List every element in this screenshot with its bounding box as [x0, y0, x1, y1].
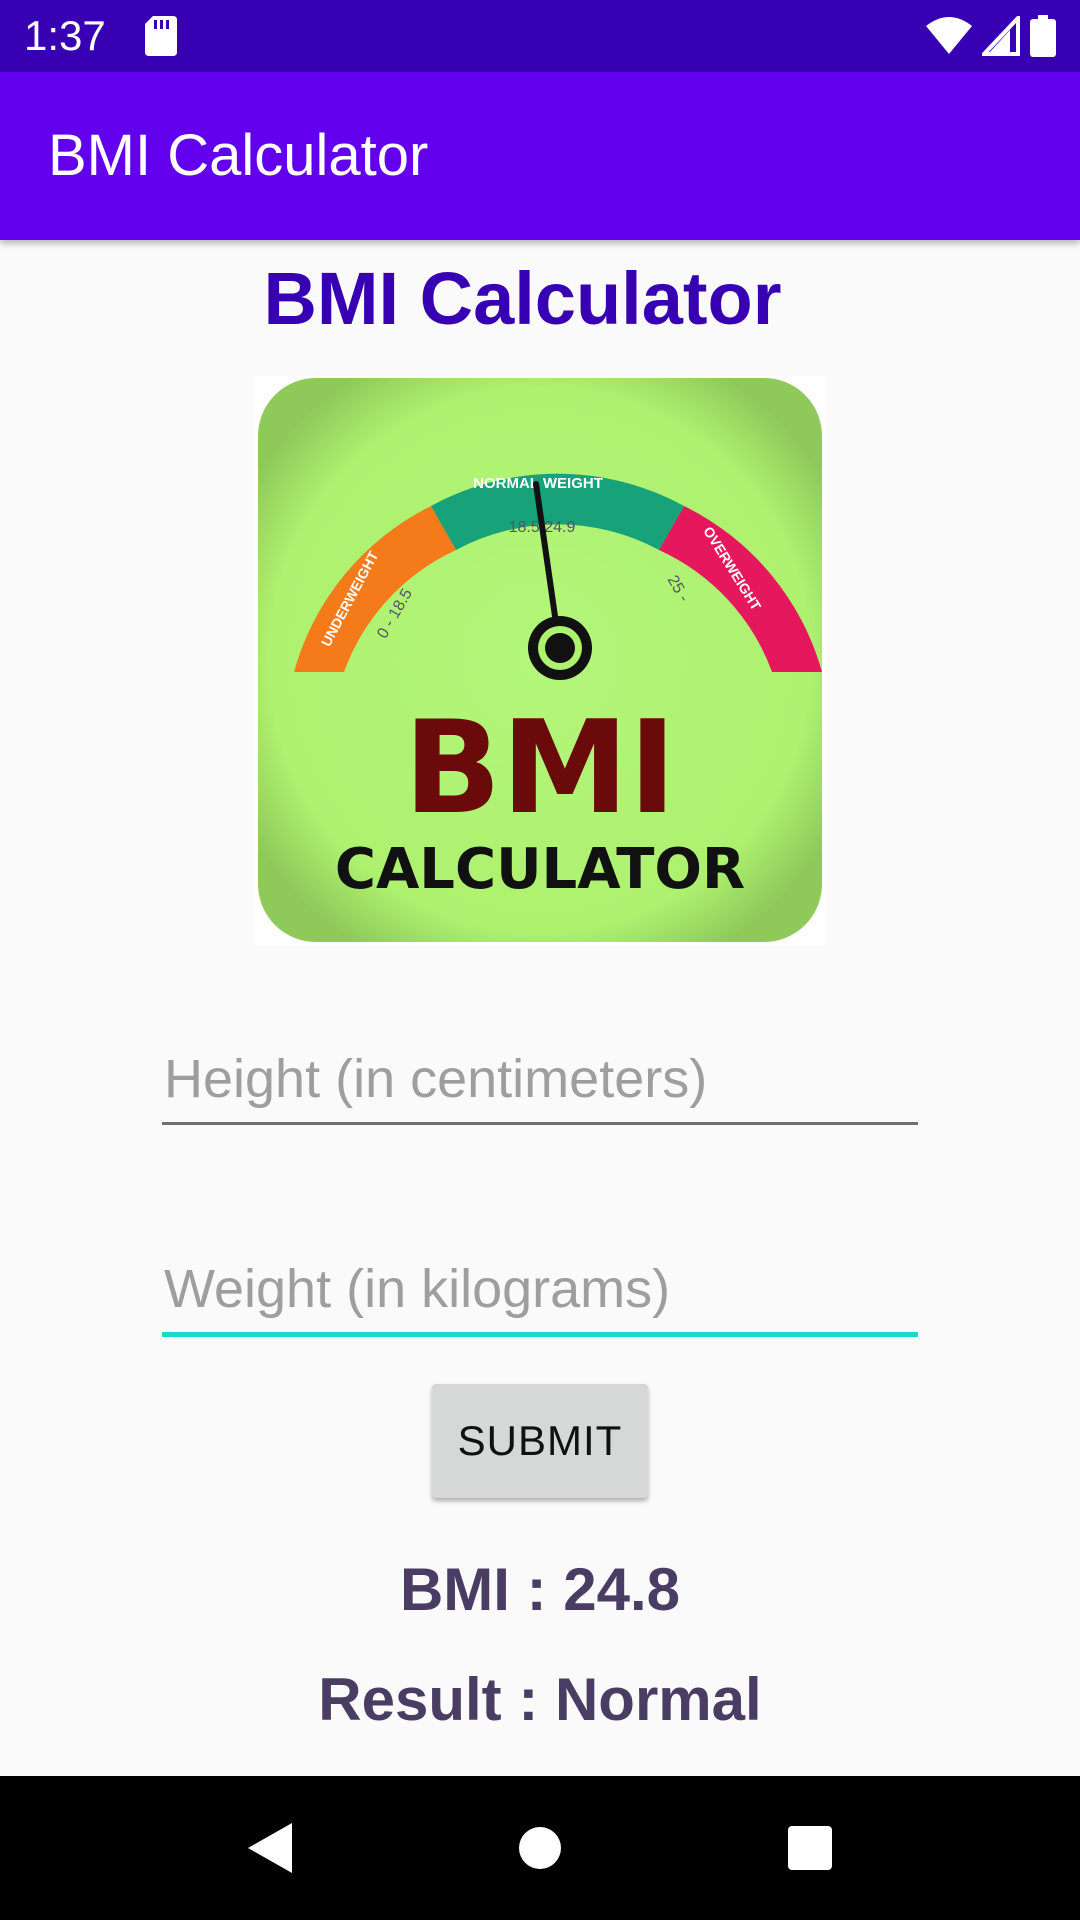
status-time: 1:37: [24, 12, 106, 59]
logo-brand-small: CALCULATOR: [335, 837, 745, 902]
nav-home-button[interactable]: [470, 1776, 610, 1920]
navigation-bar: [0, 1776, 1080, 1920]
app-bar: BMI Calculator: [0, 72, 1080, 240]
height-input[interactable]: [162, 1048, 918, 1125]
weight-field: [162, 1258, 918, 1337]
screen: 1:37 BMI Calculator BMI Calculator NORMA…: [0, 0, 1080, 1920]
weight-input[interactable]: [162, 1258, 918, 1337]
submit-button[interactable]: SUBMIT: [432, 1384, 648, 1498]
page-heading: BMI Calculator: [263, 257, 782, 340]
sd-card-icon: [145, 16, 177, 56]
bmi-value-text: BMI : 24.8: [399, 1556, 681, 1623]
bmi-gauge-icon: NORMAL WEIGHT UNDERWEIGHT OVERWEIGHT 18.…: [258, 378, 822, 942]
battery-icon: [1030, 15, 1056, 57]
status-icons: [926, 14, 1056, 58]
app-bar-title: BMI Calculator: [48, 123, 429, 188]
nav-back-button[interactable]: [200, 1776, 340, 1920]
nav-recents-button[interactable]: [740, 1776, 880, 1920]
wifi-icon: [926, 17, 972, 54]
bmi-result-text: Result : Normal: [318, 1666, 762, 1733]
recents-icon: [788, 1826, 832, 1870]
logo-brand-big: BMI: [404, 694, 677, 843]
home-icon: [519, 1827, 561, 1869]
signal-icon: [982, 16, 1020, 56]
status-bar: 1:37: [0, 0, 1080, 72]
height-field: [162, 1048, 918, 1125]
back-icon: [248, 1823, 292, 1873]
bmi-logo-image: NORMAL WEIGHT UNDERWEIGHT OVERWEIGHT 18.…: [254, 376, 826, 946]
